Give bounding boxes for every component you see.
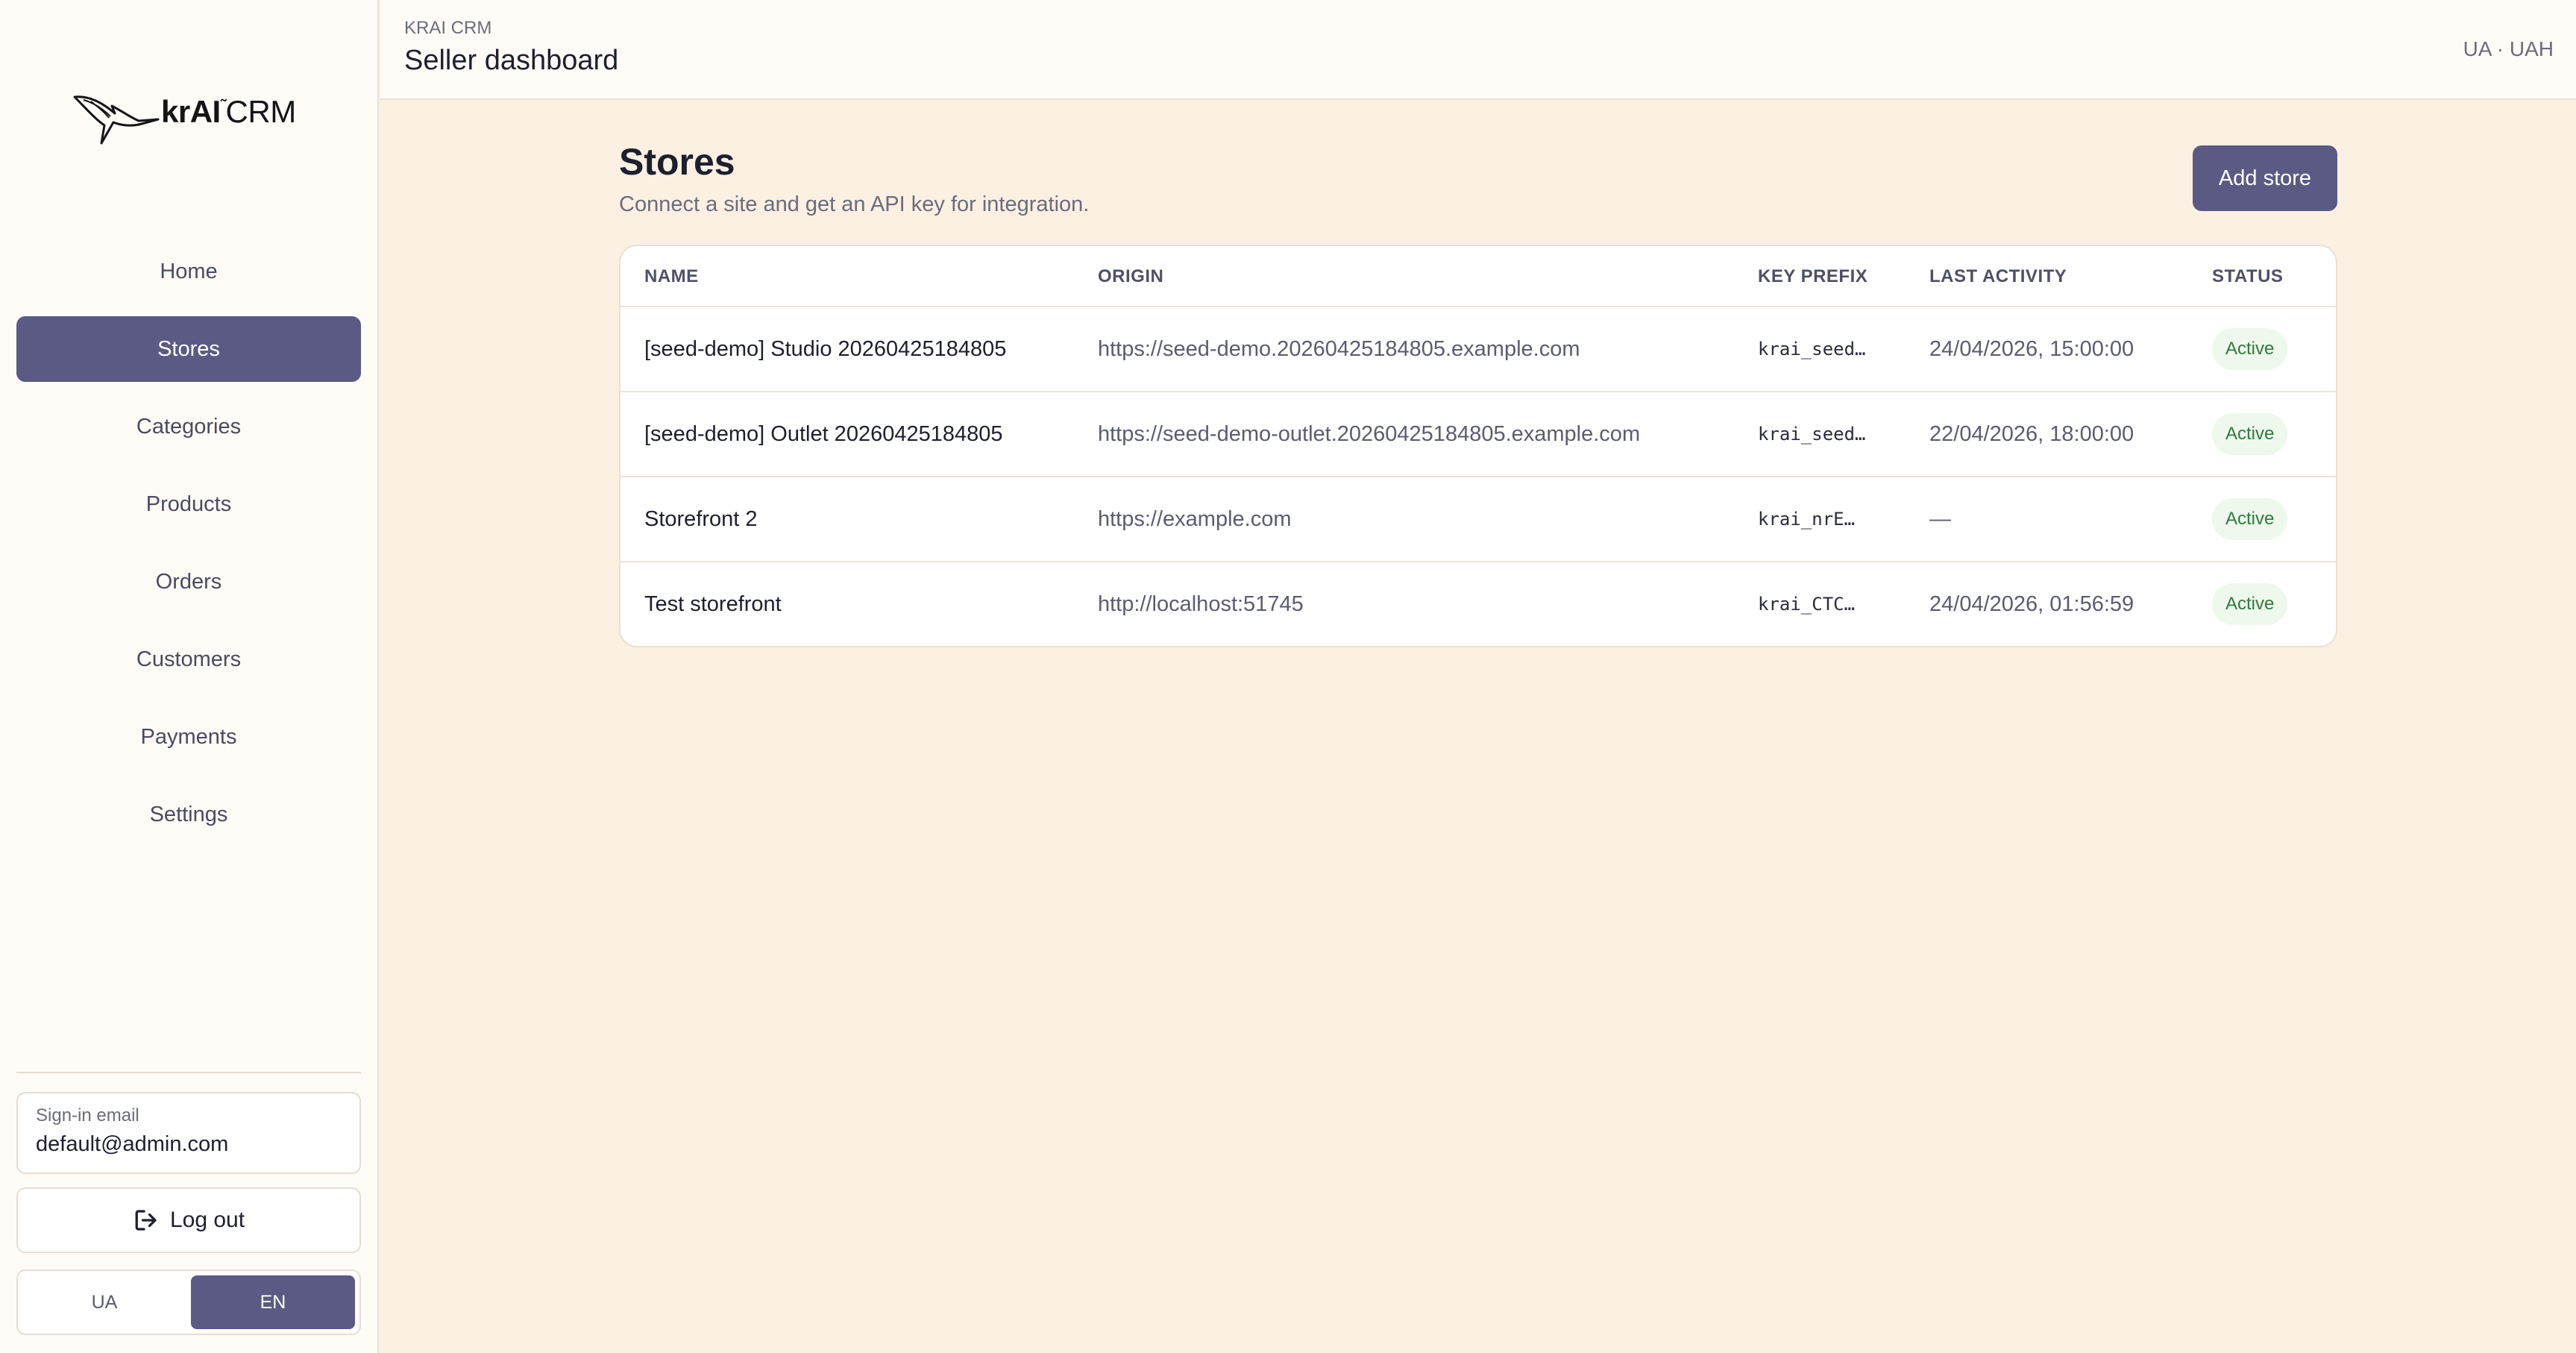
add-store-button[interactable]: Add store xyxy=(2193,145,2337,211)
status-badge: Active xyxy=(2212,498,2288,540)
sidebar: krAI˜CRM Home Stores Categories Products… xyxy=(0,0,379,1353)
table-row[interactable]: [seed-demo] Studio 20260425184805 https:… xyxy=(621,307,2336,392)
column-header-last-activity: LAST ACTIVITY xyxy=(1929,266,2067,286)
status-badge: Active xyxy=(2212,413,2288,455)
sidebar-item-products[interactable]: Products xyxy=(16,471,361,537)
sidebar-item-categories[interactable]: Categories xyxy=(16,394,361,459)
table-row[interactable]: Test storefront http://localhost:51745 k… xyxy=(621,562,2336,646)
language-en[interactable]: EN xyxy=(191,1275,355,1329)
stores-table: NAME ORIGIN KEY PREFIX LAST ACTIVITY STA… xyxy=(619,245,2337,647)
language-ua[interactable]: UA xyxy=(22,1275,186,1329)
store-last-activity: 24/04/2026, 01:56:59 xyxy=(1929,591,2134,616)
store-key-prefix: krai_CTC… xyxy=(1758,594,1856,615)
header-kicker: KRAI CRM xyxy=(404,18,492,38)
store-origin[interactable]: https://seed-demo-outlet.20260425184805.… xyxy=(1098,392,1640,476)
language-switch: UA EN xyxy=(16,1269,361,1335)
store-name[interactable]: [seed-demo] Studio 20260425184805 xyxy=(644,307,1006,391)
logout-button[interactable]: Log out xyxy=(16,1187,361,1253)
locale-indicator[interactable]: UA · UAH xyxy=(2463,37,2554,61)
store-origin[interactable]: https://example.com xyxy=(1098,477,1292,561)
store-key-prefix: krai_seed… xyxy=(1758,339,1866,360)
brand-logo[interactable]: krAI˜CRM xyxy=(69,75,315,149)
status-cell: Active xyxy=(2212,307,2288,391)
store-origin[interactable]: https://seed-demo.20260425184805.example… xyxy=(1098,307,1580,391)
logo-text: krAI˜CRM xyxy=(161,94,296,129)
sidebar-item-orders[interactable]: Orders xyxy=(16,549,361,615)
logout-label: Log out xyxy=(169,1208,245,1232)
signin-email-value: default@admin.com xyxy=(36,1132,229,1156)
column-header-origin: ORIGIN xyxy=(1098,266,1164,286)
sidebar-item-payments[interactable]: Payments xyxy=(16,704,361,770)
status-cell: Active xyxy=(2212,477,2288,561)
store-key-prefix: krai_seed… xyxy=(1758,424,1866,445)
store-last-activity: — xyxy=(1929,506,1951,531)
table-row[interactable]: Storefront 2 https://example.com krai_nr… xyxy=(621,477,2336,562)
top-header: KRAI CRM Seller dashboard UA · UAH xyxy=(380,0,2576,100)
sidebar-divider xyxy=(16,1072,361,1073)
store-last-activity: 24/04/2026, 15:00:00 xyxy=(1929,336,2134,361)
sidebar-item-customers[interactable]: Customers xyxy=(16,627,361,692)
page-subtitle: Connect a site and get an API key for in… xyxy=(619,192,1090,216)
store-name[interactable]: Test storefront xyxy=(644,562,782,646)
store-name[interactable]: [seed-demo] Outlet 20260425184805 xyxy=(644,392,1002,476)
logout-icon xyxy=(135,1210,157,1231)
status-badge: Active xyxy=(2212,328,2288,370)
signin-email-label: Sign-in email xyxy=(36,1105,139,1126)
app-root: krAI˜CRM Home Stores Categories Products… xyxy=(0,0,2576,1353)
status-cell: Active xyxy=(2212,392,2288,476)
store-key-prefix: krai_nrE… xyxy=(1758,509,1856,530)
sidebar-nav: Home Stores Categories Products Orders C… xyxy=(16,239,361,859)
table-row[interactable]: [seed-demo] Outlet 20260425184805 https:… xyxy=(621,392,2336,477)
sidebar-item-home[interactable]: Home xyxy=(16,239,361,304)
page-title: Stores xyxy=(619,141,735,183)
status-cell: Active xyxy=(2212,562,2288,646)
column-header-name: NAME xyxy=(644,266,699,286)
page-header-title: Seller dashboard xyxy=(404,45,619,76)
column-header-key-prefix: KEY PREFIX xyxy=(1758,266,1868,286)
sidebar-item-stores[interactable]: Stores xyxy=(16,316,361,382)
store-name[interactable]: Storefront 2 xyxy=(644,477,758,561)
column-header-status: STATUS xyxy=(2212,266,2284,286)
status-badge: Active xyxy=(2212,583,2288,625)
store-last-activity: 22/04/2026, 18:00:00 xyxy=(1929,421,2134,446)
sidebar-item-settings[interactable]: Settings xyxy=(16,782,361,847)
heron-icon xyxy=(73,95,160,145)
signin-email-box: Sign-in email default@admin.com xyxy=(16,1092,361,1174)
store-origin[interactable]: http://localhost:51745 xyxy=(1098,562,1304,646)
table-header: NAME ORIGIN KEY PREFIX LAST ACTIVITY STA… xyxy=(621,246,2336,307)
